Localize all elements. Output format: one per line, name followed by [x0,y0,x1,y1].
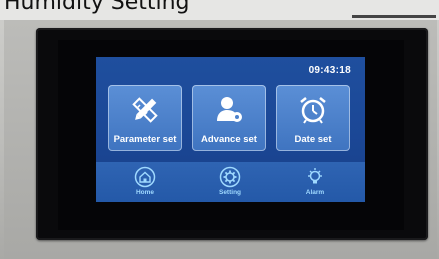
parameter-set-label: Parameter set [113,134,177,145]
home-icon [134,166,156,188]
caption-rule [352,15,436,18]
nav-setting-label: Setting [218,189,242,196]
advance-set-label: Advance set [201,134,257,145]
lightbulb-icon [308,168,322,184]
nav-home[interactable]: Home [120,166,170,196]
date-set-label: Date set [294,134,332,145]
nav-alarm-label: Alarm [305,189,325,196]
parameter-set-button[interactable]: Parameter set [108,85,182,151]
hmi-screen: 09:43:18 Parameter set Advance set Date … [96,57,365,202]
nav-home-label: Home [135,189,155,196]
clock-display: 09:43:18 [308,65,351,76]
pencil-ruler-icon [132,97,158,123]
top-caption-band: Humidity Setting [0,0,439,20]
advance-set-button[interactable]: Advance set [192,85,266,151]
date-set-button[interactable]: Date set [276,85,350,151]
nav-alarm[interactable]: Alarm [290,166,340,196]
caption-text: Humidity Setting [4,0,190,15]
bottom-nav-bar: Home Setting Alarm [96,162,365,202]
user-gear-icon [217,97,242,122]
nav-setting[interactable]: Setting [205,166,255,196]
gear-icon [219,166,241,188]
alarm-clock-icon [300,97,326,124]
